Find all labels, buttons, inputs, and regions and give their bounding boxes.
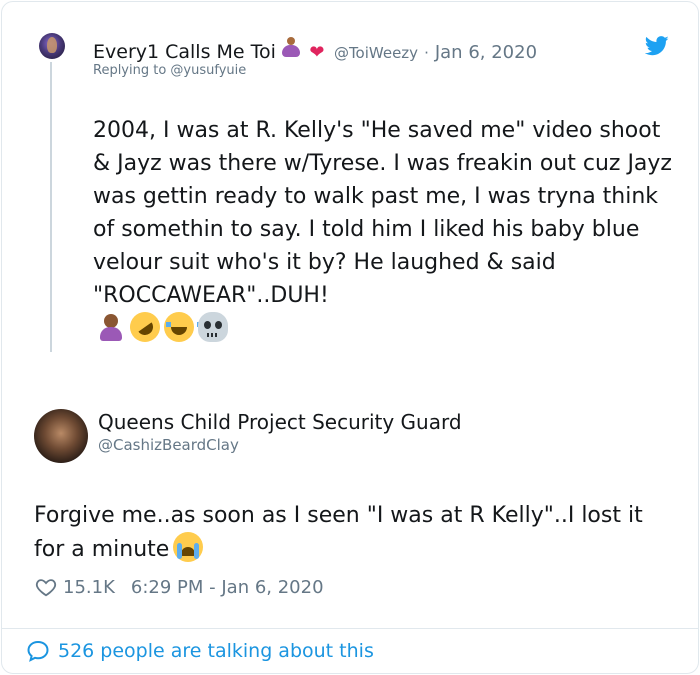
main-author-handle[interactable]: @CashizBeardClay [98, 436, 239, 454]
footer-divider [2, 628, 698, 629]
skull-icon [198, 312, 228, 342]
quoted-author-avatar[interactable] [39, 33, 65, 59]
talking-about-link[interactable]: 526 people are talking about this [58, 640, 374, 662]
main-tweet-text-block: Forgive me..as soon as I seen "I was at … [34, 499, 664, 566]
rolling-on-floor-laughing-icon [124, 306, 166, 348]
twitter-bird-icon[interactable] [645, 36, 669, 56]
talking-about-footer[interactable]: 526 people are talking about this [26, 639, 374, 663]
quoted-tweet-date[interactable]: Jan 6, 2020 [435, 42, 537, 63]
tweet-timestamp[interactable]: 6:29 PM - Jan 6, 2020 [131, 577, 324, 598]
person-in-lotus-position-icon [280, 36, 302, 58]
quoted-author-name[interactable]: Every1 Calls Me Toi [93, 41, 276, 63]
header-separator: · [424, 44, 429, 62]
person-facepalming-icon [96, 312, 126, 342]
face-with-tears-of-joy-icon [164, 312, 202, 342]
two-hearts-icon: ❤ [309, 42, 325, 63]
tweet-embed-card: Every1 Calls Me Toi ❤ @ToiWeezy · Jan 6,… [1, 1, 699, 674]
quoted-tweet-emoji-row [96, 306, 228, 348]
main-tweet-text: Forgive me..as soon as I seen "I was at … [34, 503, 643, 562]
replying-to-label[interactable]: Replying to @yusufyuie [93, 63, 246, 78]
quoted-tweet-text: 2004, I was at R. Kelly's "He saved me" … [93, 118, 672, 308]
quoted-tweet-header: Every1 Calls Me Toi ❤ @ToiWeezy · Jan 6,… [93, 36, 537, 64]
heart-icon[interactable] [35, 576, 57, 598]
loudly-crying-face-icon [173, 532, 204, 562]
main-author-avatar[interactable] [34, 409, 88, 463]
tweet-meta-row: 15.1K 6:29 PM - Jan 6, 2020 [35, 576, 324, 598]
speech-bubble-icon [27, 640, 49, 662]
like-count[interactable]: 15.1K [63, 577, 115, 598]
quoted-author-handle[interactable]: @ToiWeezy [334, 44, 418, 62]
thread-connector-line [50, 62, 52, 352]
main-author-name[interactable]: Queens Child Project Security Guard [98, 410, 462, 434]
